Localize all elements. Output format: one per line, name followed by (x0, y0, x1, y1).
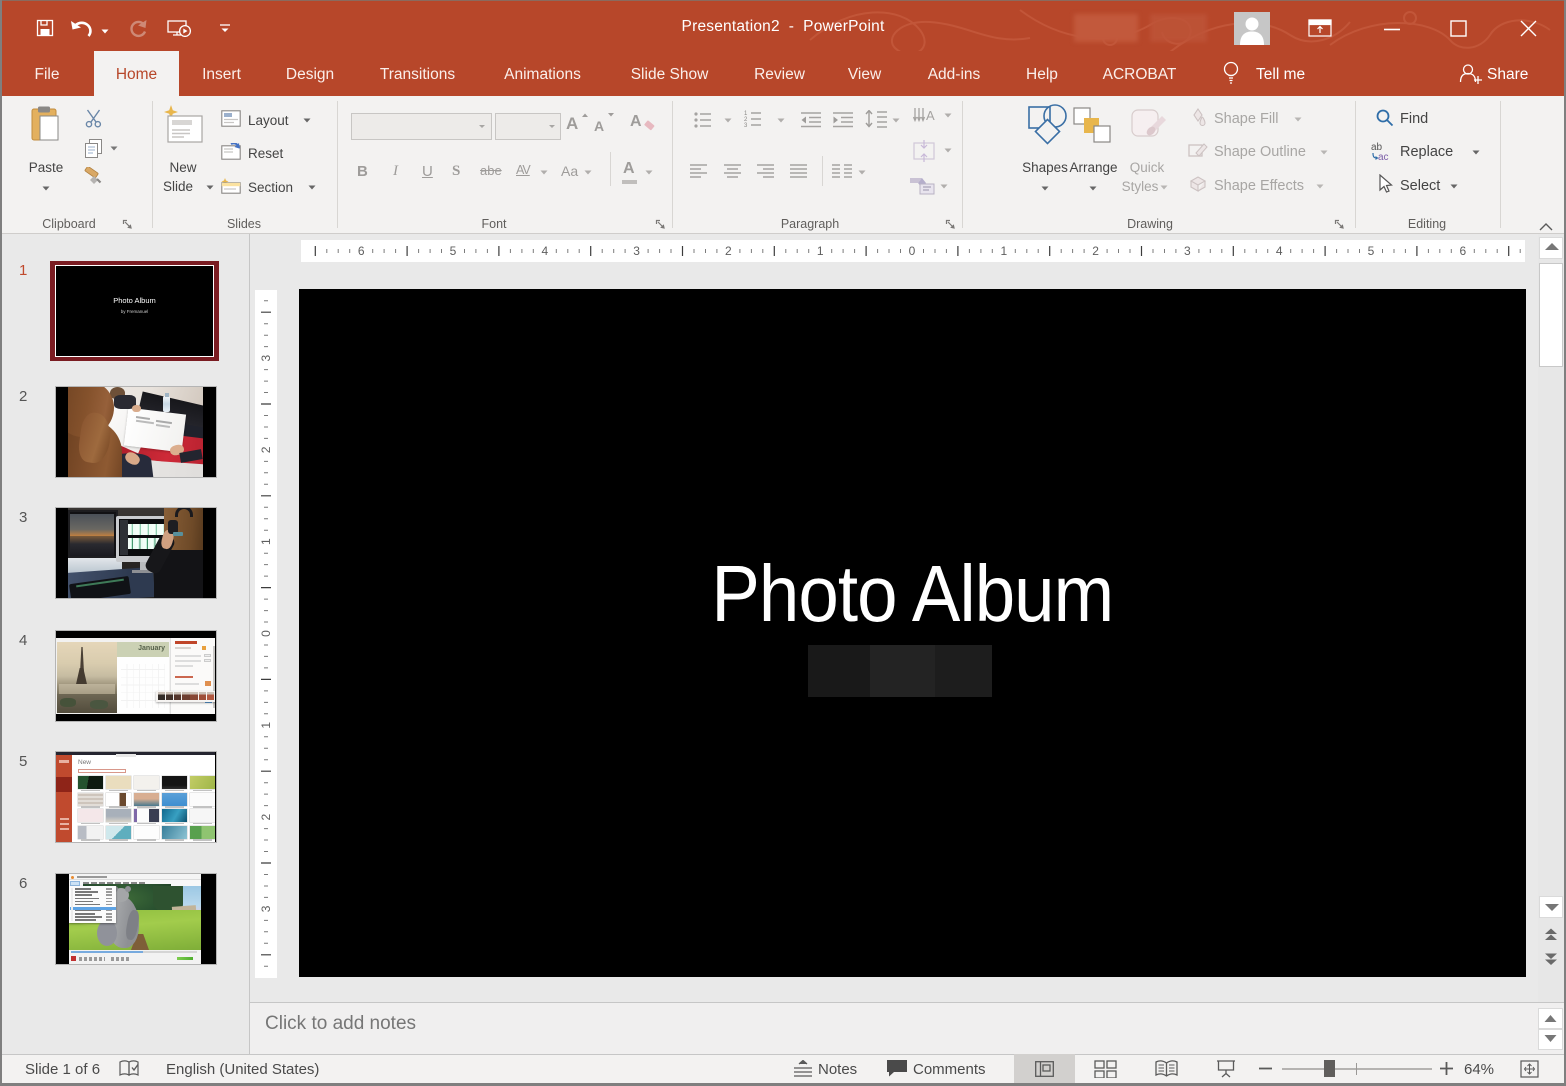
svg-text:3: 3 (1184, 244, 1191, 258)
svg-text:0: 0 (909, 244, 916, 258)
svg-text:2: 2 (259, 446, 273, 453)
svg-text:1: 1 (817, 244, 824, 258)
svg-text:3: 3 (259, 905, 273, 912)
svg-text:5: 5 (450, 244, 457, 258)
svg-text:1: 1 (1000, 244, 1007, 258)
svg-text:6: 6 (358, 244, 365, 258)
svg-text:2: 2 (1092, 244, 1099, 258)
svg-text:4: 4 (1276, 244, 1283, 258)
svg-text:5: 5 (1368, 244, 1375, 258)
svg-text:ac: ac (1378, 152, 1389, 161)
svg-text:1: 1 (259, 538, 273, 545)
svg-text:6: 6 (1459, 244, 1466, 258)
svg-text:2: 2 (725, 244, 732, 258)
svg-text:4: 4 (541, 244, 548, 258)
svg-text:1: 1 (259, 722, 273, 729)
svg-text:3: 3 (633, 244, 640, 258)
svg-text:0: 0 (259, 630, 273, 637)
svg-text:3: 3 (744, 123, 748, 128)
svg-text:A: A (926, 108, 935, 123)
svg-text:3: 3 (259, 354, 273, 361)
svg-text:2: 2 (259, 813, 273, 820)
